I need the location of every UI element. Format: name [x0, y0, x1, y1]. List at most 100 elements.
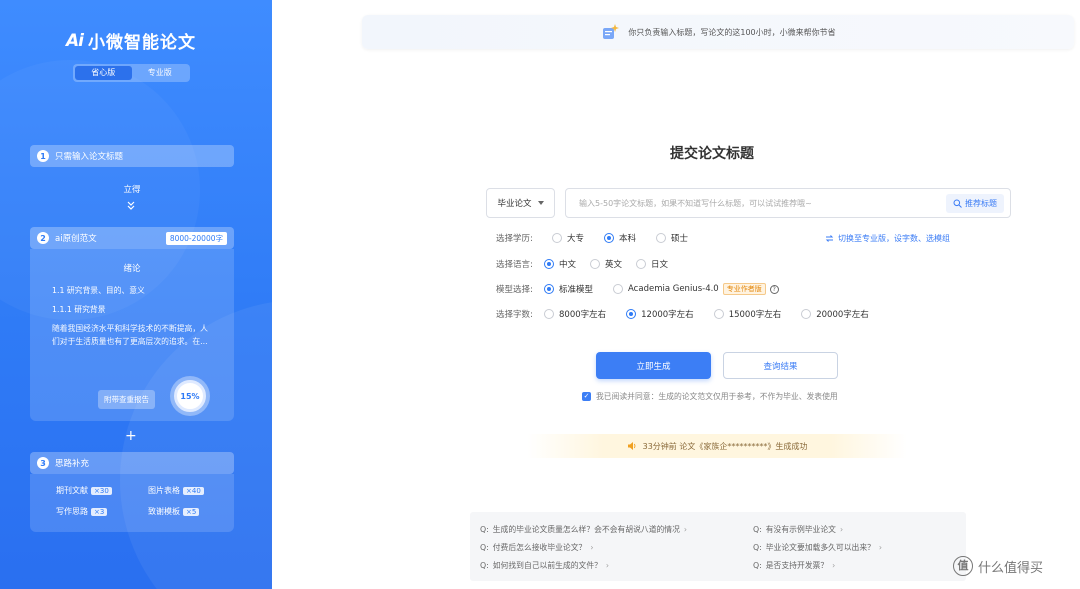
- agreement-row: ✓ 我已阅读并同意：生成的论文范文仅用于参考，不作为毕业、发表使用: [582, 391, 838, 402]
- education-option-dazhuan[interactable]: 大专: [552, 232, 584, 244]
- language-label: 选择语言:: [496, 260, 533, 270]
- words-row: 选择字数: 8000字左右 12000字左右 15000字左右 20000字左右: [496, 308, 889, 320]
- faq-item[interactable]: Q: 有没有示例毕业论文 ›: [753, 524, 843, 535]
- radio-icon: [552, 233, 562, 243]
- sample-paper-card: 绪论 1.1 研究背景、目的、意义 1.1.1 研究背景 随着我国经济水平和科学…: [30, 249, 234, 421]
- extra-count: ×3: [91, 507, 108, 516]
- model-option-standard[interactable]: 标准模型: [544, 283, 593, 295]
- faq-question: 如何找到自己以前生成的文件？: [492, 561, 602, 570]
- extra-label: 期刊文献: [56, 486, 88, 495]
- notice-banner: 你只负责输入标题，写论文的这100小时，小微来帮你节省: [362, 15, 1074, 49]
- generate-button[interactable]: 立即生成: [596, 352, 711, 379]
- paper-sparkle-icon: [603, 24, 620, 39]
- sample-heading-1: 1.1 研究背景、目的、意义: [52, 286, 145, 295]
- chevron-right-icon: ›: [683, 525, 688, 534]
- success-ticker: 33分钟前 论文《家族企**********》生成成功: [527, 434, 907, 458]
- language-row: 选择语言: 中文 英文 日文: [496, 258, 688, 270]
- step-label: 思路补充: [55, 459, 90, 469]
- recommend-title-button[interactable]: 推荐标题: [946, 193, 1004, 213]
- query-result-button[interactable]: 查询结果: [723, 352, 838, 379]
- faq-prefix: Q:: [480, 525, 489, 534]
- brand-logo: Ai 小微智能论文: [66, 28, 196, 54]
- step-number: 2: [37, 232, 49, 244]
- radio-checked-icon: [544, 259, 554, 269]
- search-icon: [953, 199, 962, 208]
- words-option-8000[interactable]: 8000字左右: [544, 308, 606, 320]
- faq-item[interactable]: Q: 付费后怎么接收毕业论文？ ›: [480, 542, 593, 553]
- mode-pro-tab[interactable]: 专业版: [132, 66, 189, 80]
- radio-icon: [656, 233, 667, 243]
- word-range-badge: 8000-20000字: [165, 231, 227, 245]
- faq-item[interactable]: Q: 毕业论文要加载多久可以出来？ ›: [753, 542, 882, 553]
- option-label: 英文: [605, 260, 623, 270]
- faq-question: 是否支持开发票？: [765, 561, 829, 570]
- faq-question: 有没有示例毕业论文: [765, 525, 836, 534]
- extra-label: 写作思路: [56, 507, 88, 516]
- option-label: 标准模型: [559, 285, 594, 295]
- ai-logo-icon: Ai: [66, 30, 84, 51]
- option-label: 20000字左右: [816, 310, 869, 320]
- faq-panel: Q: 生成的毕业论文质量怎么样？会不会有胡说八道的情况 › Q: 有没有示例毕业论文 ›…: [470, 512, 966, 581]
- language-option-ja[interactable]: 日文: [636, 258, 668, 270]
- sample-heading-2: 1.1.1 研究背景: [52, 305, 106, 314]
- faq-prefix: Q:: [753, 525, 762, 534]
- faq-item[interactable]: Q: 如何找到自己以前生成的文件？ ›: [480, 560, 609, 571]
- option-label: 大专: [567, 234, 585, 244]
- title-input[interactable]: [579, 198, 946, 208]
- chevron-right-icon: ›: [878, 543, 883, 552]
- similarity-percent-ring: 15%: [174, 380, 206, 412]
- notice-text: 你只负责输入标题，写论文的这100小时，小微来帮你节省: [628, 27, 836, 37]
- faq-item[interactable]: Q: 是否支持开发票？ ›: [753, 560, 835, 571]
- switch-pro-label: 切换至专业版，设字数、选模组: [838, 234, 950, 243]
- extra-label: 图片表格: [148, 486, 180, 495]
- double-chevron-down-icon: [127, 201, 135, 210]
- sample-paragraph: 随着我国经济水平和科学技术的不断提高，人们对于生活质量也有了更高层次的追求。在.…: [52, 324, 208, 346]
- help-icon[interactable]: ?: [769, 284, 779, 294]
- model-row: 模型选择: 标准模型 Academia Genius-4.0 专业作者版 ?: [496, 283, 779, 295]
- mode-simple-tab[interactable]: 省心版: [75, 66, 132, 80]
- faq-prefix: Q:: [480, 543, 489, 552]
- option-label: 15000字左右: [728, 310, 782, 320]
- faq-prefix: Q:: [480, 561, 489, 570]
- report-chip: 附带查重报告: [98, 390, 155, 409]
- education-option-shuoshi[interactable]: 硕士: [656, 232, 688, 244]
- faq-question: 付费后怎么接收毕业论文？: [492, 543, 587, 552]
- speaker-icon: [627, 442, 636, 450]
- radio-checked-icon: [626, 309, 637, 319]
- extras-card: 期刊文献 ×30 图片表格 ×40 写作思路 ×3 致谢模板 ×5: [30, 474, 234, 532]
- step-3-bar: 3 思路补充: [30, 452, 234, 474]
- language-option-en[interactable]: 英文: [590, 258, 622, 270]
- radio-checked-icon: [604, 233, 615, 243]
- step-2-bar: 2 ai原创范文 8000-20000字: [30, 227, 234, 249]
- words-option-20000[interactable]: 20000字左右: [801, 308, 869, 320]
- extra-count: ×30: [91, 486, 112, 495]
- option-label: 12000字左右: [641, 310, 694, 320]
- faq-item[interactable]: Q: 生成的毕业论文质量怎么样？会不会有胡说八道的情况 ›: [480, 524, 687, 535]
- option-label: 日文: [651, 260, 669, 270]
- faq-question: 毕业论文要加载多久可以出来？: [765, 543, 875, 552]
- step-label: ai原创范文: [55, 234, 97, 244]
- agree-checkbox[interactable]: ✓: [582, 392, 591, 401]
- education-row: 选择学历: 大专 本科 硕士: [496, 232, 708, 244]
- radio-icon: [590, 259, 601, 269]
- radio-icon: [713, 309, 724, 319]
- paper-type-select[interactable]: 毕业论文: [486, 188, 555, 218]
- education-option-benke[interactable]: 本科: [604, 232, 636, 244]
- step-1-bar: 1 只需输入论文标题: [30, 145, 234, 167]
- option-label: 中文: [559, 260, 577, 270]
- chevron-right-icon: ›: [605, 561, 610, 570]
- words-option-12000[interactable]: 12000字左右: [626, 308, 694, 320]
- language-option-zh[interactable]: 中文: [544, 258, 576, 270]
- model-option-genius[interactable]: Academia Genius-4.0: [613, 284, 719, 294]
- words-label: 选择字数:: [496, 310, 533, 320]
- switch-pro-link[interactable]: 切换至专业版，设字数、选模组: [825, 233, 950, 244]
- extra-item: 期刊文献 ×30: [56, 485, 112, 496]
- success-text: 33分钟前 论文《家族企**********》生成成功: [642, 441, 808, 451]
- extra-item: 写作思路 ×3: [56, 506, 108, 517]
- extra-label: 致谢模板: [148, 507, 180, 516]
- step-number: 1: [37, 150, 49, 162]
- words-option-15000[interactable]: 15000字左右: [713, 308, 782, 320]
- model-label: 模型选择:: [496, 285, 533, 295]
- radio-icon: [613, 284, 624, 294]
- mode-switch: 省心版 专业版: [73, 64, 190, 82]
